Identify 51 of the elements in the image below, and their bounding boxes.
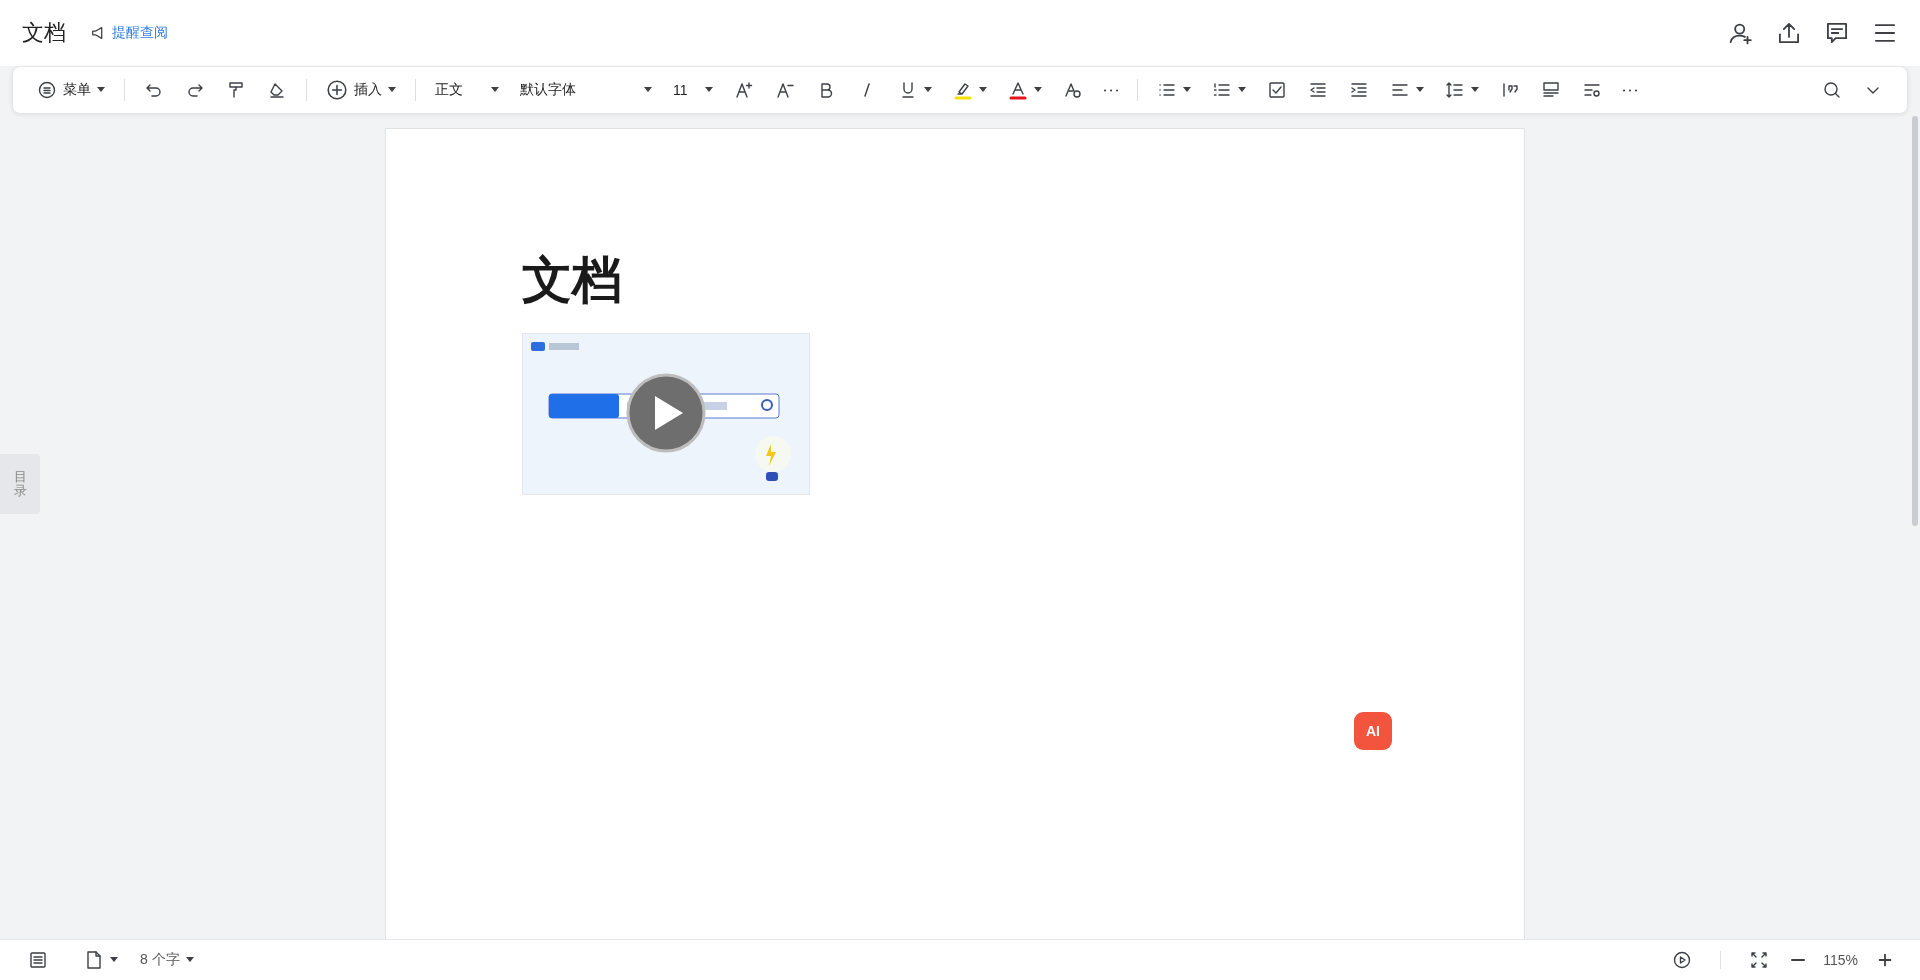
font-decrease-icon [775, 80, 795, 100]
remind-link[interactable]: 提醒查阅 [90, 24, 168, 42]
caret-icon [1471, 87, 1479, 93]
expand-icon [1749, 950, 1770, 970]
paragraph-style-dropdown[interactable]: 正文 [429, 75, 505, 105]
ellipsis-icon [1104, 88, 1118, 92]
caret-icon [924, 87, 932, 93]
document-title: 文档 [22, 19, 66, 47]
caret-icon [1183, 87, 1191, 93]
document-heading: 文档 [522, 255, 623, 305]
ellipsis-icon [1623, 88, 1637, 92]
upload-icon [1776, 20, 1802, 46]
block-icon [1541, 80, 1561, 100]
menu-dropdown[interactable]: 菜单 [31, 75, 111, 105]
caret-icon [644, 87, 652, 93]
caret-icon [1034, 87, 1042, 93]
text-style-icon [1063, 80, 1083, 100]
eraser-icon [267, 80, 287, 100]
highlighter-icon [953, 80, 973, 100]
caret-icon [388, 87, 396, 93]
insert-dropdown[interactable]: 插入 [320, 75, 402, 105]
scrollbar[interactable] [1912, 116, 1918, 526]
paint-roller-icon [226, 80, 246, 100]
caret-icon [1416, 87, 1424, 93]
font-increase-icon [734, 80, 754, 100]
play-circle-icon [1672, 950, 1693, 970]
font-color-icon [1008, 80, 1028, 100]
caret-icon [491, 87, 499, 93]
quote-icon [1500, 80, 1520, 100]
search-icon [1822, 80, 1842, 100]
checkbox-icon [1267, 80, 1287, 100]
caret-icon [110, 957, 118, 963]
font-size-dropdown[interactable]: 11 [667, 75, 719, 105]
caret-icon [1238, 87, 1246, 93]
font-dropdown[interactable]: 默认字体 [514, 75, 658, 105]
word-count-dropdown[interactable]: 8 个字 [136, 945, 198, 975]
caret-icon [97, 87, 105, 93]
list-icon [28, 950, 48, 970]
caret-icon [979, 87, 987, 93]
page-icon [84, 950, 104, 970]
caret-icon [185, 957, 194, 963]
zoom-level: 115% [1823, 952, 1858, 968]
list-circle-icon [37, 80, 57, 100]
comment-icon [1824, 20, 1850, 46]
plus-circle-icon [326, 79, 348, 101]
line-spacing-icon [1445, 80, 1465, 100]
plus-icon [1876, 951, 1894, 969]
minus-icon [1791, 959, 1806, 961]
caret-icon [705, 87, 713, 93]
outdent-icon [1308, 80, 1328, 100]
indent-icon [1349, 80, 1369, 100]
